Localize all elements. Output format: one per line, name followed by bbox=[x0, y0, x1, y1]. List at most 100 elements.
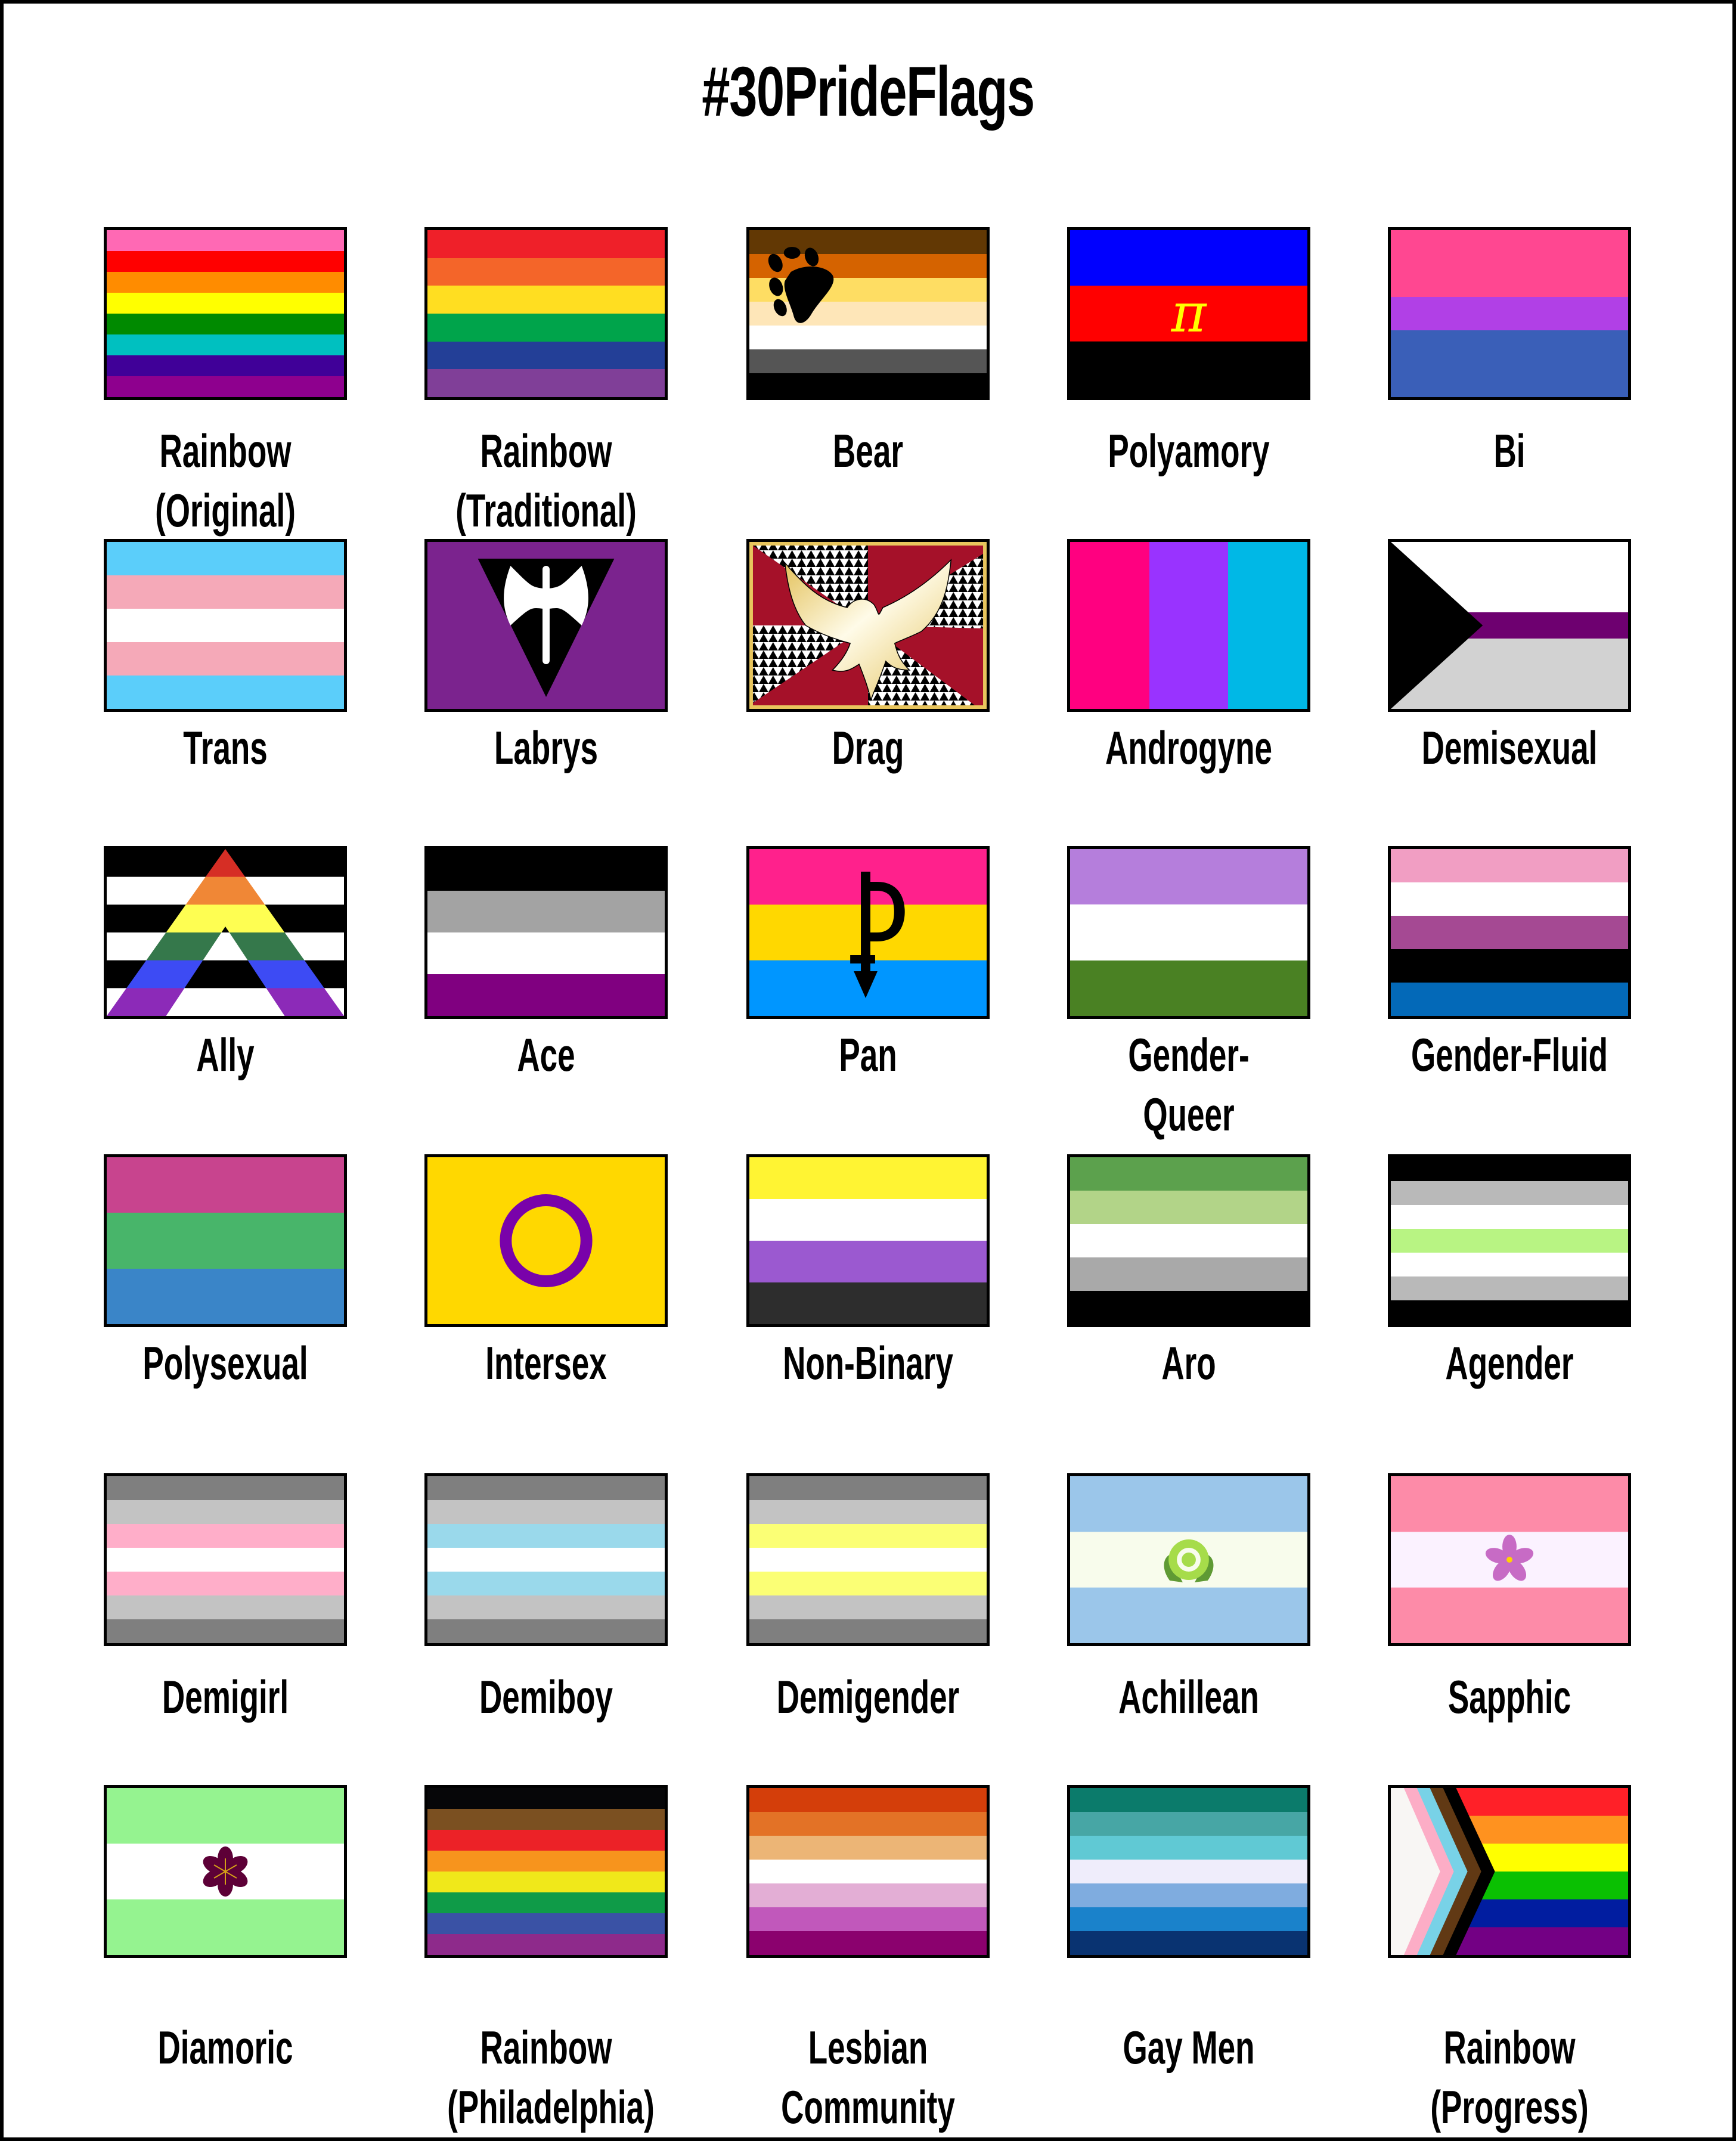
flag-label: Labrys bbox=[447, 718, 645, 777]
flag-stripe bbox=[107, 1213, 344, 1269]
flag-stripe bbox=[1149, 542, 1229, 709]
flag-name: Sapphic bbox=[1447, 1671, 1571, 1723]
flag-stripe bbox=[107, 609, 344, 642]
flag-name: Gender-Queer bbox=[1128, 1028, 1250, 1141]
flag-stripe bbox=[107, 230, 344, 251]
flag-image bbox=[746, 1473, 990, 1646]
flag-stripe bbox=[749, 1199, 987, 1241]
flag-stripes bbox=[427, 1476, 665, 1643]
flag-stripe bbox=[427, 1934, 665, 1955]
flag-name: Demigirl bbox=[162, 1671, 289, 1723]
flag-label: Lesbian Community bbox=[769, 2018, 967, 2137]
flag-stripe bbox=[427, 1913, 665, 1934]
flag-stripe bbox=[749, 1595, 987, 1619]
flag-name: Aro bbox=[1161, 1337, 1216, 1389]
flag-label: Bi bbox=[1410, 421, 1608, 481]
flag-name: Trans bbox=[183, 721, 268, 774]
flag-label: Rainbow (Progress) bbox=[1410, 2018, 1608, 2137]
flag-stripe bbox=[1391, 330, 1628, 364]
flag-stripe bbox=[1228, 542, 1307, 709]
flag-stripe bbox=[427, 341, 665, 370]
flag-image bbox=[746, 1154, 990, 1327]
flag-stripe bbox=[1391, 230, 1628, 264]
flag-stripe bbox=[749, 1572, 987, 1595]
flag-image bbox=[424, 1154, 668, 1327]
flag-image bbox=[746, 1785, 990, 1958]
flag-stripe bbox=[1070, 1157, 1307, 1191]
flag-label: Gay Men bbox=[1090, 2018, 1288, 2077]
flag-label: Non-Binary bbox=[769, 1333, 967, 1393]
flag-image bbox=[746, 846, 990, 1019]
flag-label: Androgyne bbox=[1090, 718, 1288, 777]
flag-image bbox=[104, 1473, 347, 1646]
flag-stripe bbox=[107, 1572, 344, 1595]
flag-stripe bbox=[1391, 1157, 1628, 1181]
flag-stripe bbox=[427, 891, 665, 932]
flag-stripe bbox=[107, 251, 344, 272]
flag-stripe bbox=[1070, 1587, 1307, 1643]
flag-stripe bbox=[427, 1809, 665, 1830]
flag-stripe bbox=[1391, 983, 1628, 1016]
flag-field bbox=[427, 1157, 665, 1324]
flag-name: Diamoric bbox=[157, 2021, 293, 2074]
flag-stripe bbox=[1070, 1788, 1307, 1812]
flag-stripe bbox=[427, 932, 665, 974]
flag-label: Gender-Queer bbox=[1090, 1025, 1288, 1144]
flag-stripes bbox=[1391, 230, 1628, 397]
flag-stripe bbox=[749, 1788, 987, 1812]
flag-stripe bbox=[1070, 1860, 1307, 1883]
flag-stripe bbox=[427, 1619, 665, 1643]
flag-stripe bbox=[749, 1241, 987, 1282]
flag-stripe bbox=[749, 254, 987, 278]
flag-name: Demigender bbox=[776, 1671, 960, 1723]
flag-subtitle: (Progress) bbox=[1430, 2081, 1589, 2133]
flag-name: Intersex bbox=[485, 1337, 607, 1389]
flag-stripe bbox=[1391, 916, 1628, 949]
flag-stripes bbox=[107, 1476, 344, 1643]
flag-stripe bbox=[1070, 1836, 1307, 1860]
flag-stripe bbox=[1070, 1257, 1307, 1291]
flag-name: Achillean bbox=[1118, 1671, 1259, 1723]
flag-label: Demigender bbox=[769, 1667, 967, 1727]
flag-stripe bbox=[427, 230, 665, 258]
flag-label: Sapphic bbox=[1410, 1667, 1608, 1727]
flag-image bbox=[424, 227, 668, 400]
flag-name: Bi bbox=[1493, 425, 1526, 477]
flag-stripes bbox=[107, 230, 344, 397]
flag-label: Polysexual bbox=[126, 1333, 324, 1393]
flag-subtitle: (Original) bbox=[155, 484, 296, 537]
flag-stripes bbox=[107, 1157, 344, 1324]
flag-stripe bbox=[749, 1907, 987, 1931]
flag-stripe bbox=[107, 1548, 344, 1572]
flag-stripe bbox=[1391, 264, 1628, 297]
flag-image bbox=[746, 227, 990, 400]
flag-name: Lesbian bbox=[808, 2021, 928, 2074]
flag-stripes bbox=[1070, 849, 1307, 1016]
flag-stripe bbox=[427, 1892, 665, 1913]
flag-name: Demisexual bbox=[1421, 721, 1598, 774]
flag-stripes bbox=[1391, 849, 1628, 1016]
flag-image bbox=[1067, 539, 1310, 712]
flag-stripe bbox=[1391, 297, 1628, 330]
flag-image bbox=[1067, 846, 1310, 1019]
flag-image bbox=[424, 846, 668, 1019]
flag-stripe bbox=[1070, 904, 1307, 960]
flag-stripe bbox=[749, 1812, 987, 1836]
flag-stripe bbox=[107, 932, 344, 961]
flag-stripe bbox=[427, 258, 665, 286]
flag-label: Demigirl bbox=[126, 1667, 324, 1727]
flag-stripe bbox=[1391, 1229, 1628, 1253]
flag-stripe bbox=[1391, 882, 1628, 916]
flag-label: Demiboy bbox=[447, 1667, 645, 1727]
flag-subtitle: Community bbox=[781, 2081, 955, 2133]
flag-label: Drag bbox=[769, 718, 967, 777]
flag-image bbox=[1388, 846, 1631, 1019]
flag-stripe bbox=[1391, 949, 1628, 983]
flag-stripe bbox=[1070, 1907, 1307, 1931]
flag-label: Demisexual bbox=[1410, 718, 1608, 777]
flag-stripe bbox=[1391, 1253, 1628, 1276]
flag-image bbox=[1388, 227, 1631, 400]
flag-label: Aro bbox=[1090, 1333, 1288, 1393]
flag-stripe bbox=[1070, 960, 1307, 1016]
flag-stripe bbox=[749, 373, 987, 397]
